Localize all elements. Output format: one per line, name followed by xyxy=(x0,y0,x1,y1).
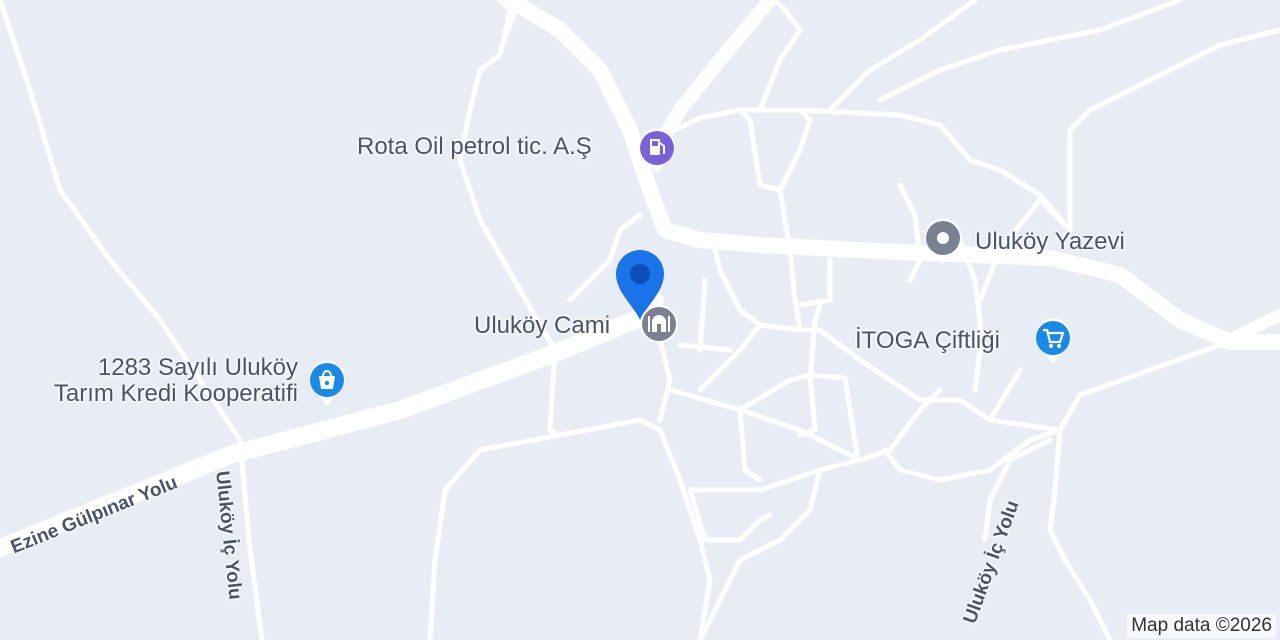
poi-label-line1: 1283 Sayılı Uluköy xyxy=(97,354,298,381)
map-attribution: Map data ©2026 xyxy=(1127,614,1276,638)
poi-rota-oil[interactable]: Rota Oil petrol tic. A.Ş xyxy=(357,133,592,161)
shopping-cart-icon[interactable] xyxy=(1032,316,1074,366)
place-icon[interactable] xyxy=(922,216,964,266)
poi-ulukoy-yazevi[interactable]: Uluköy Yazevi xyxy=(975,228,1125,256)
poi-label-line2: Tarım Kredi Kooperatifi xyxy=(53,380,298,407)
mosque-icon[interactable] xyxy=(638,302,680,352)
poi-label: Rota Oil petrol tic. A.Ş xyxy=(357,133,592,160)
poi-tarim-kredi-kooperatifi[interactable]: 1283 Sayılı Uluköy Tarım Kredi Kooperati… xyxy=(10,355,298,407)
poi-label: Uluköy Yazevi xyxy=(975,228,1125,255)
poi-ulukoy-cami[interactable]: Uluköy Cami xyxy=(474,312,610,340)
map-canvas[interactable]: Ezine Gülpınar Yolu Uluköy İç Yolu Ulukö… xyxy=(0,0,1280,640)
gas-station-icon[interactable] xyxy=(636,126,678,176)
shopping-bag-icon[interactable] xyxy=(306,358,348,408)
poi-label: İTOGA Çiftliği xyxy=(855,327,1000,354)
poi-itoga-ciftligi[interactable]: İTOGA Çiftliği xyxy=(855,327,1000,355)
poi-label: Uluköy Cami xyxy=(474,312,611,339)
